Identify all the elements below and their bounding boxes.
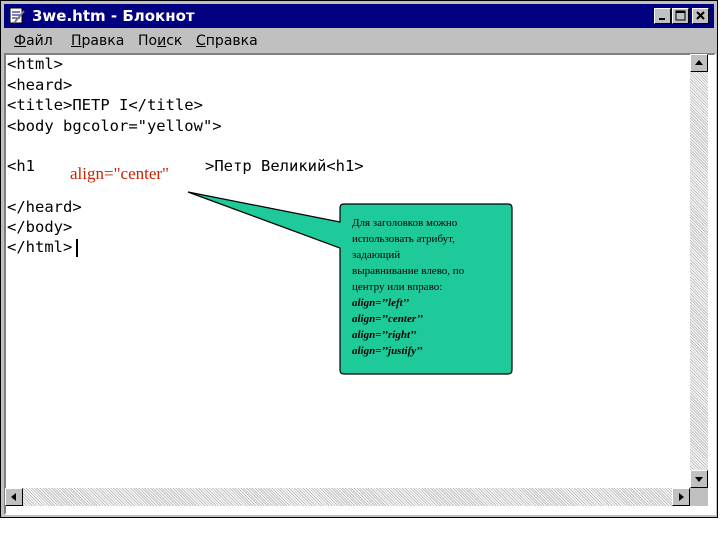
- callout-text: Для заголовков можно использовать атрибу…: [352, 217, 465, 357]
- arrow-right-icon: [679, 493, 684, 501]
- scroll-down-button[interactable]: [690, 470, 708, 488]
- scroll-right-button[interactable]: [672, 488, 690, 506]
- arrow-up-icon: [695, 60, 703, 65]
- horizontal-scrollbar[interactable]: [5, 488, 690, 506]
- arrow-left-icon: [11, 493, 16, 501]
- scroll-left-button[interactable]: [5, 488, 23, 506]
- vertical-scrollbar[interactable]: [690, 54, 708, 488]
- scrollbar-corner: [690, 488, 708, 506]
- scroll-up-button[interactable]: [690, 54, 708, 72]
- arrow-down-icon: [695, 477, 703, 482]
